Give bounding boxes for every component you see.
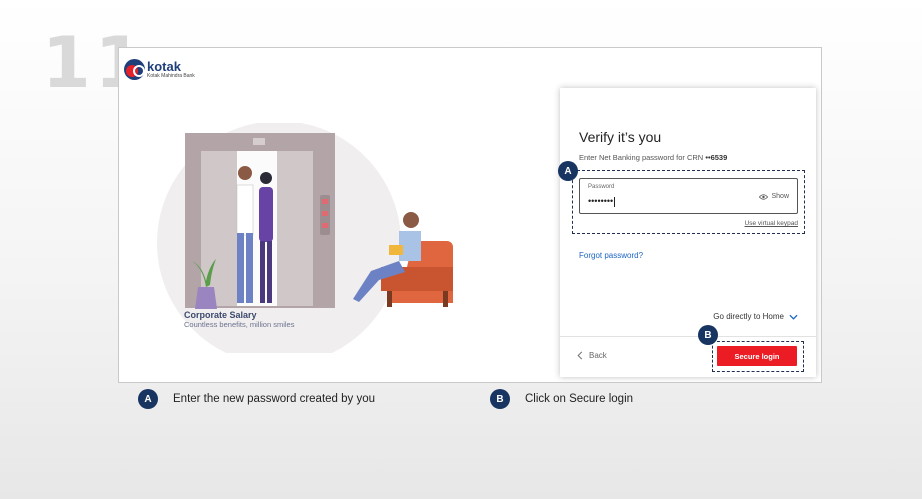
chevron-left-icon [577, 351, 583, 360]
back-button[interactable]: Back [577, 351, 607, 360]
legend-marker-a: A [138, 389, 158, 409]
chevron-down-icon [789, 314, 798, 320]
legend-item-b: B Click on Secure login [490, 389, 633, 409]
kotak-logo: kotak Kotak Mahindra Bank [124, 59, 195, 80]
card-subtitle-text: Enter Net Banking password for CRN [579, 153, 706, 162]
marker-a: A [558, 161, 578, 181]
legend-text-a: Enter the new password created by you [173, 393, 376, 405]
legend-marker-b: B [490, 389, 510, 409]
secure-login-highlight-box [712, 341, 804, 372]
go-home-label: Go directly to Home [713, 312, 784, 321]
illustration-caption: Corporate Salary Countless benefits, mil… [184, 310, 294, 329]
card-title: Verify it’s you [579, 129, 662, 145]
legend-text-b: Click on Secure login [525, 393, 634, 405]
back-label: Back [589, 351, 607, 360]
logo-subtitle: Kotak Mahindra Bank [147, 73, 195, 79]
legend-item-a: A Enter the new password created by you [138, 389, 375, 409]
forgot-password-link[interactable]: Forgot password? [579, 251, 643, 260]
card-subtitle: Enter Net Banking password for CRN ••653… [579, 153, 727, 162]
caption-subtitle: Countless benefits, million smiles [184, 320, 295, 329]
logo-name: kotak [147, 59, 181, 74]
password-highlight-box [572, 170, 805, 234]
card-divider [560, 336, 816, 337]
crn-masked: ••6539 [705, 153, 728, 162]
kotak-logo-icon [124, 59, 145, 80]
marker-b: B [698, 325, 718, 345]
go-home-dropdown[interactable]: Go directly to Home [713, 312, 798, 321]
caption-title: Corporate Salary [184, 310, 257, 320]
